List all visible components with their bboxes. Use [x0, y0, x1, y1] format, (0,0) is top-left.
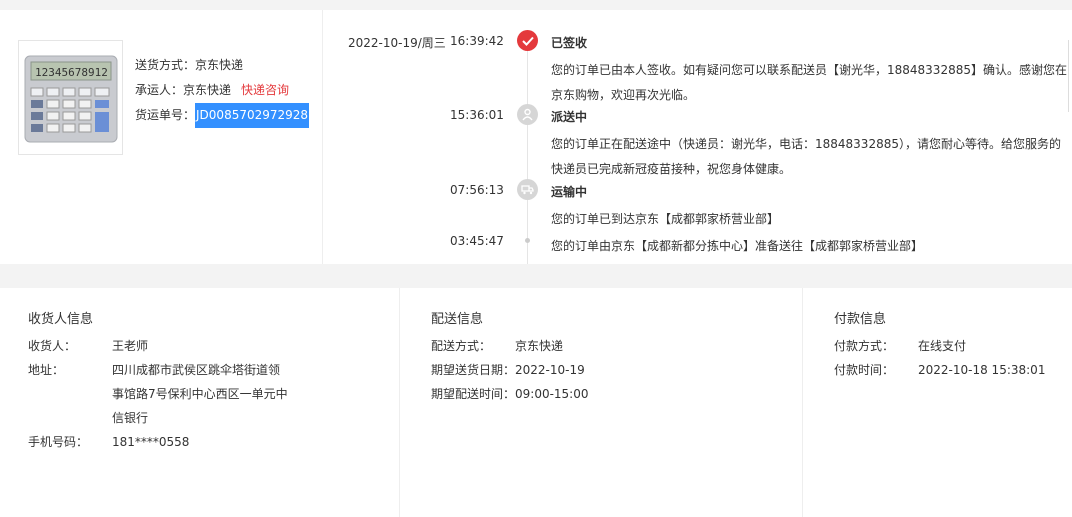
timeline-desc: 您的订单正在配送途中（快递员：谢光华，电话：18848332885），请您耐心等…	[551, 137, 1061, 176]
delivery-time-row: 期望配送时间： 09:00-15:00	[431, 382, 589, 406]
shipping-method-value: 京东快递	[195, 58, 244, 72]
carrier-row: 承运人： 京东快递 快递咨询	[135, 78, 309, 103]
timeline-line	[527, 50, 528, 264]
timeline-status: 运输中	[551, 185, 588, 199]
shipment-info: 送货方式： 京东快递 承运人： 京东快递 快递咨询 货运单号： JD008570…	[135, 53, 310, 128]
timeline-status: 已签收	[551, 36, 588, 50]
waybill-number[interactable]: JD0085702972928	[195, 103, 310, 128]
receiver-info: 收货人信息 收货人： 王老师 地址： 四川成都市武侯区跳伞塔街道领事馆路7号保利…	[0, 288, 400, 517]
timeline-desc: 您的订单已到达京东【成都郭家桥营业部】	[551, 212, 780, 226]
receiver-phone-row: 手机号码： 181****0558	[28, 430, 189, 454]
receiver-info-title: 收货人信息	[28, 312, 94, 327]
receiver-name-value: 王老师	[112, 339, 149, 353]
check-circle-icon	[517, 30, 538, 51]
payment-info: 付款信息 付款方式： 在线支付 付款时间： 2022-10-18 15:38:0…	[804, 288, 1072, 517]
delivery-time-label: 期望配送时间：	[431, 387, 516, 401]
payment-time-row: 付款时间： 2022-10-18 15:38:01	[834, 358, 1045, 382]
delivery-time-value: 09:00-15:00	[515, 387, 589, 401]
product-thumbnail[interactable]: 12345678912	[18, 40, 123, 155]
payment-method-label: 付款方式：	[834, 339, 895, 353]
receiver-name-label: 收货人：	[28, 339, 77, 353]
delivery-method-row: 配送方式： 京东快递	[431, 334, 563, 358]
timeline-time: 15:36:01	[450, 108, 504, 122]
dot-icon	[525, 238, 530, 243]
payment-info-title: 付款信息	[834, 312, 887, 327]
receiver-name-row: 收货人： 王老师	[28, 334, 148, 358]
shipping-method-row: 送货方式： 京东快递	[135, 53, 309, 78]
truck-icon	[517, 179, 538, 200]
shipping-method-label: 送货方式：	[135, 58, 196, 72]
delivery-date-label: 期望送货日期：	[431, 363, 516, 377]
delivery-method-value: 京东快递	[515, 339, 564, 353]
courier-icon	[517, 104, 538, 125]
logistics-panel: 12345678912 送货方式： 京东快递 承运人： 京东快递 快递咨询 货运…	[0, 10, 1072, 264]
receiver-phone-value: 181****0558	[112, 435, 190, 449]
delivery-date-value: 2022-10-19	[515, 363, 585, 377]
calculator-image: 12345678912	[24, 55, 117, 142]
order-info-panel: 收货人信息 收货人： 王老师 地址： 四川成都市武侯区跳伞塔街道领事馆路7号保利…	[0, 288, 1072, 517]
timeline-scrollbar[interactable]	[1068, 40, 1072, 112]
svg-text:12345678912: 12345678912	[35, 66, 108, 79]
carrier-label: 承运人：	[135, 83, 184, 97]
timeline-time: 03:45:47	[450, 234, 504, 248]
payment-method-row: 付款方式： 在线支付	[834, 334, 966, 358]
waybill-label: 货运单号：	[135, 108, 196, 122]
delivery-info-title: 配送信息	[431, 312, 484, 327]
timeline-time: 16:39:42	[450, 34, 504, 48]
timeline-status: 派送中	[551, 110, 588, 124]
shipment-summary: 12345678912 送货方式： 京东快递 承运人： 京东快递 快递咨询 货运…	[0, 10, 323, 264]
receiver-address-label: 地址：	[28, 363, 65, 377]
payment-time-label: 付款时间：	[834, 363, 895, 377]
waybill-row: 货运单号： JD0085702972928	[135, 103, 310, 128]
timeline-desc: 您的订单由京东【成都新都分拣中心】准备送往【成都郭家桥营业部】	[551, 239, 924, 253]
delivery-date-row: 期望送货日期： 2022-10-19	[431, 358, 585, 382]
receiver-phone-label: 手机号码：	[28, 435, 89, 449]
timeline-time: 07:56:13	[450, 183, 504, 197]
tracking-timeline[interactable]: 2022-10-19/周三 16:39:42 已签收 您的订单已由本人签收。如有…	[324, 10, 1072, 264]
carrier-value: 京东快递	[183, 83, 232, 97]
payment-method-value: 在线支付	[918, 339, 967, 353]
receiver-address-row: 地址： 四川成都市武侯区跳伞塔街道领事馆路7号保利中心西区一单元中信银行	[28, 358, 290, 430]
courier-consult-link[interactable]: 快递咨询	[241, 78, 289, 103]
timeline-desc: 您的订单已由本人签收。如有疑问您可以联系配送员【谢光华，18848332885】…	[551, 63, 1067, 102]
delivery-info: 配送信息 配送方式： 京东快递 期望送货日期： 2022-10-19 期望配送时…	[401, 288, 803, 517]
receiver-address-value: 四川成都市武侯区跳伞塔街道领事馆路7号保利中心西区一单元中信银行	[112, 363, 288, 425]
timeline-date: 2022-10-19/周三	[348, 36, 446, 50]
delivery-method-label: 配送方式：	[431, 339, 492, 353]
payment-time-value: 2022-10-18 15:38:01	[918, 363, 1046, 377]
